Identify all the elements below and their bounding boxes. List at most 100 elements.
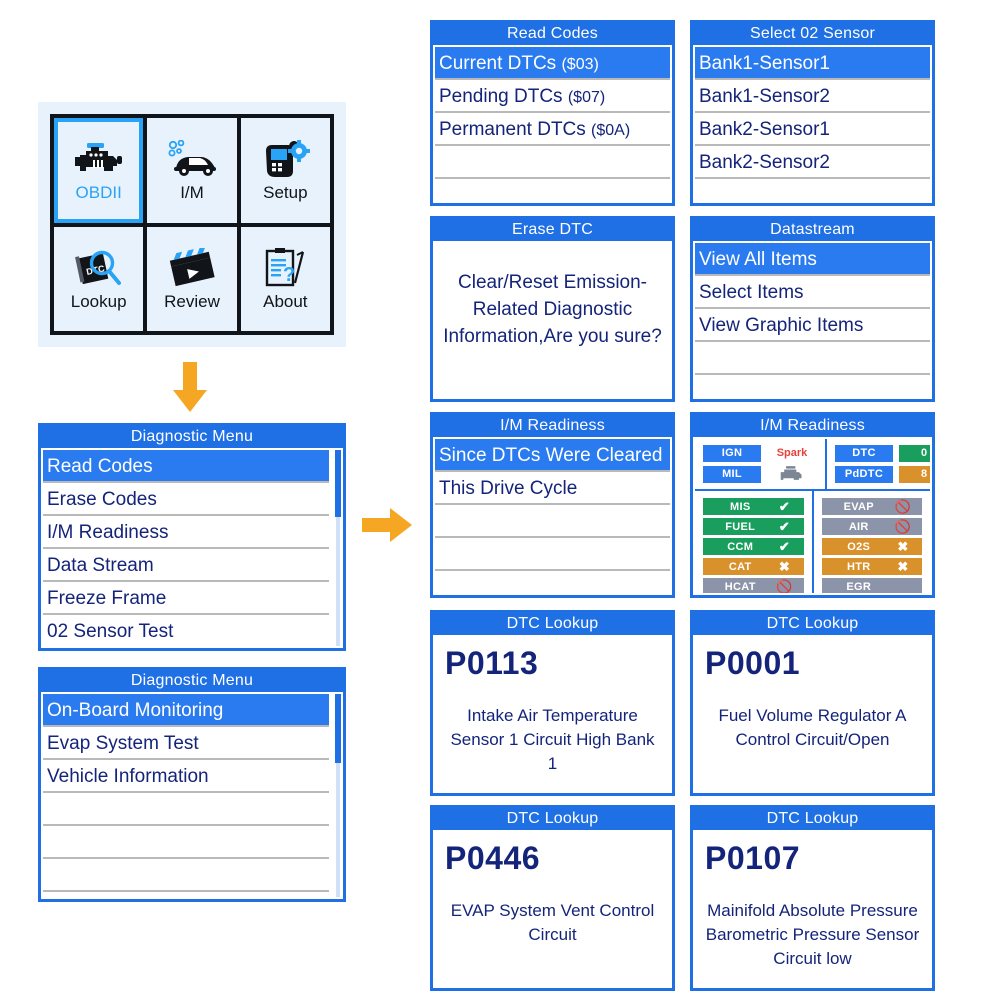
panel-title: DTC Lookup: [506, 615, 599, 632]
panel-title: Diagnostic Menu: [130, 428, 254, 445]
home-icon-grid: OBDII I/M Setup DTC Lookup Review ? Abou…: [50, 114, 334, 335]
panel-dtc-lookup-4: DTC Lookup P0107 Mainifold Absolute Pres…: [690, 805, 935, 991]
arrow-right-icon: [362, 505, 414, 550]
no-entry-icon: 🚫: [894, 498, 912, 514]
scantool-gear-icon: [260, 137, 311, 181]
list-item[interactable]: This Drive Cycle: [435, 472, 670, 505]
im-field-pddtc: PdDTC 8: [835, 466, 930, 483]
menu-list: Current DTCs ($03) Pending DTCs ($07) Pe…: [435, 47, 670, 201]
list-item[interactable]: Data Stream: [43, 549, 329, 582]
panel-body: Read Codes Erase Codes I/M Readiness Dat…: [41, 448, 343, 648]
home-tile-im[interactable]: I/M: [147, 118, 237, 223]
im-field-ign: IGN Spark: [703, 445, 817, 462]
panel-title: DTC Lookup: [766, 810, 859, 827]
list-item[interactable]: Select Items: [695, 276, 930, 309]
panel-body: P0107 Mainifold Absolute Pressure Barome…: [693, 830, 932, 988]
clipboard-question-icon: ?: [261, 246, 309, 290]
panel-dtc-lookup-1: DTC Lookup P0113 Intake Air Temperature …: [430, 610, 675, 796]
clapperboard-play-icon: [167, 246, 217, 290]
cross-icon: ✖: [897, 538, 909, 554]
list-item-label: Permanent DTCs: [439, 119, 592, 140]
scrollbar[interactable]: [331, 450, 341, 646]
cross-icon: ✖: [778, 558, 791, 574]
list-item: [695, 179, 930, 201]
panel-diagnostic-menu-1: Diagnostic Menu Read Codes Erase Codes I…: [38, 423, 346, 651]
list-item[interactable]: Read Codes: [43, 450, 329, 483]
home-tile-label: OBDII: [75, 183, 122, 203]
panel-body: Bank1-Sensor1 Bank1-Sensor2 Bank2-Sensor…: [693, 45, 932, 203]
check-icon: ✔: [778, 538, 791, 554]
list-item[interactable]: Permanent DTCs ($0A): [435, 113, 670, 146]
list-item[interactable]: Freeze Frame: [43, 582, 329, 615]
panel-body: Clear/Reset Emission-Related Diagnostic …: [433, 241, 672, 399]
home-tile-label: I/M: [180, 183, 204, 203]
monitor-badge: MIS ✔: [703, 498, 804, 515]
mil-engine-icon: [767, 466, 817, 483]
panel-title: I/M Readiness: [500, 417, 605, 434]
im-summary-left: IGN Spark MIL: [695, 439, 825, 489]
panel-im-readiness-menu: I/M Readiness Since DTCs Were Cleared Th…: [430, 412, 675, 598]
scrollbar[interactable]: [331, 694, 341, 897]
list-item[interactable]: Bank1-Sensor1: [695, 47, 930, 80]
home-tile-review[interactable]: Review: [147, 226, 237, 331]
panel-title: DTC Lookup: [766, 615, 859, 632]
list-item-mode: ($07): [567, 89, 606, 106]
home-tile-label: Setup: [263, 183, 308, 203]
list-item[interactable]: Bank1-Sensor2: [695, 80, 930, 113]
menu-list: Since DTCs Were Cleared This Drive Cycle: [435, 439, 670, 593]
scrollbar-thumb[interactable]: [335, 694, 341, 764]
dtc-code: P0001: [705, 645, 801, 681]
panel-title: I/M Readiness: [760, 417, 865, 434]
panel-title: Select 02 Sensor: [749, 25, 876, 42]
engine-icon: [74, 137, 123, 181]
monitor-badge: CAT ✖: [703, 558, 804, 575]
home-tile-about[interactable]: ? About: [240, 226, 330, 331]
monitor-badge: CCM ✔: [703, 538, 804, 555]
im-monitors-row: MIS ✔ FUEL ✔ CCM ✔ CAT ✖ HCAT 🚫 EVAP 🚫 AIR 🚫 O2…: [695, 491, 930, 593]
list-item: [435, 146, 670, 179]
scrollbar-thumb[interactable]: [335, 450, 341, 517]
list-item[interactable]: I/M Readiness: [43, 516, 329, 549]
list-item[interactable]: Current DTCs ($03): [435, 47, 670, 80]
im-field-dtc: DTC 0: [835, 445, 930, 462]
dtc-code: P0107: [705, 840, 801, 876]
im-monitors-left: MIS ✔ FUEL ✔ CCM ✔ CAT ✖ HCAT 🚫: [695, 491, 812, 593]
list-item[interactable]: On-Board Monitoring: [43, 694, 329, 727]
list-item[interactable]: Since DTCs Were Cleared: [435, 439, 670, 472]
list-item[interactable]: Bank2-Sensor1: [695, 113, 930, 146]
list-item[interactable]: View Graphic Items: [695, 309, 930, 342]
home-tile-obdii[interactable]: OBDII: [54, 118, 144, 223]
list-item[interactable]: Bank2-Sensor2: [695, 146, 930, 179]
panel-body: P0113 Intake Air Temperature Sensor 1 Ci…: [433, 635, 672, 793]
monitor-badge: O2S ✖: [821, 538, 922, 555]
dtc-description: Intake Air Temperature Sensor 1 Circuit …: [450, 706, 655, 773]
list-item[interactable]: Vehicle Information: [43, 760, 329, 793]
dtc-magnifier-icon: DTC: [74, 246, 124, 290]
list-item-label: Current DTCs: [439, 53, 562, 74]
im-summary-row: IGN Spark MIL DTC 0 PdDTC 8: [695, 439, 930, 491]
dtc-description: EVAP System Vent Control Circuit: [450, 901, 655, 944]
list-item: [435, 179, 670, 201]
list-item[interactable]: Evap System Test: [43, 727, 329, 760]
panel-read-codes: Read Codes Current DTCs ($03) Pending DT…: [430, 20, 675, 206]
list-item: [43, 859, 329, 892]
home-tile-label: About: [263, 291, 308, 311]
panel-body: On-Board Monitoring Evap System Test Veh…: [41, 692, 343, 899]
list-item[interactable]: 02 Sensor Test: [43, 615, 329, 646]
list-item: [695, 342, 930, 375]
im-summary-right: DTC 0 PdDTC 8: [825, 439, 930, 489]
list-item[interactable]: Pending DTCs ($07): [435, 80, 670, 113]
list-item[interactable]: View All Items: [695, 243, 930, 276]
panel-title: Erase DTC: [512, 221, 593, 238]
list-item-mode: ($03): [561, 56, 599, 73]
list-item-mode: ($0A): [591, 122, 631, 139]
dtc-description: Mainifold Absolute Pressure Barometric P…: [705, 901, 920, 968]
panel-select-o2-sensor: Select 02 Sensor Bank1-Sensor1 Bank1-Sen…: [690, 20, 935, 206]
im-field-key: PdDTC: [835, 466, 893, 483]
home-tile-lookup[interactable]: DTC Lookup: [54, 226, 144, 331]
monitor-badge: FUEL ✔: [703, 518, 804, 535]
panel-body: IGN Spark MIL DTC 0 PdDTC 8 MIS ✔ FUEL ✔…: [693, 437, 932, 595]
list-item[interactable]: Erase Codes: [43, 483, 329, 516]
panel-dtc-lookup-3: DTC Lookup P0446 EVAP System Vent Contro…: [430, 805, 675, 991]
home-tile-setup[interactable]: Setup: [240, 118, 330, 223]
